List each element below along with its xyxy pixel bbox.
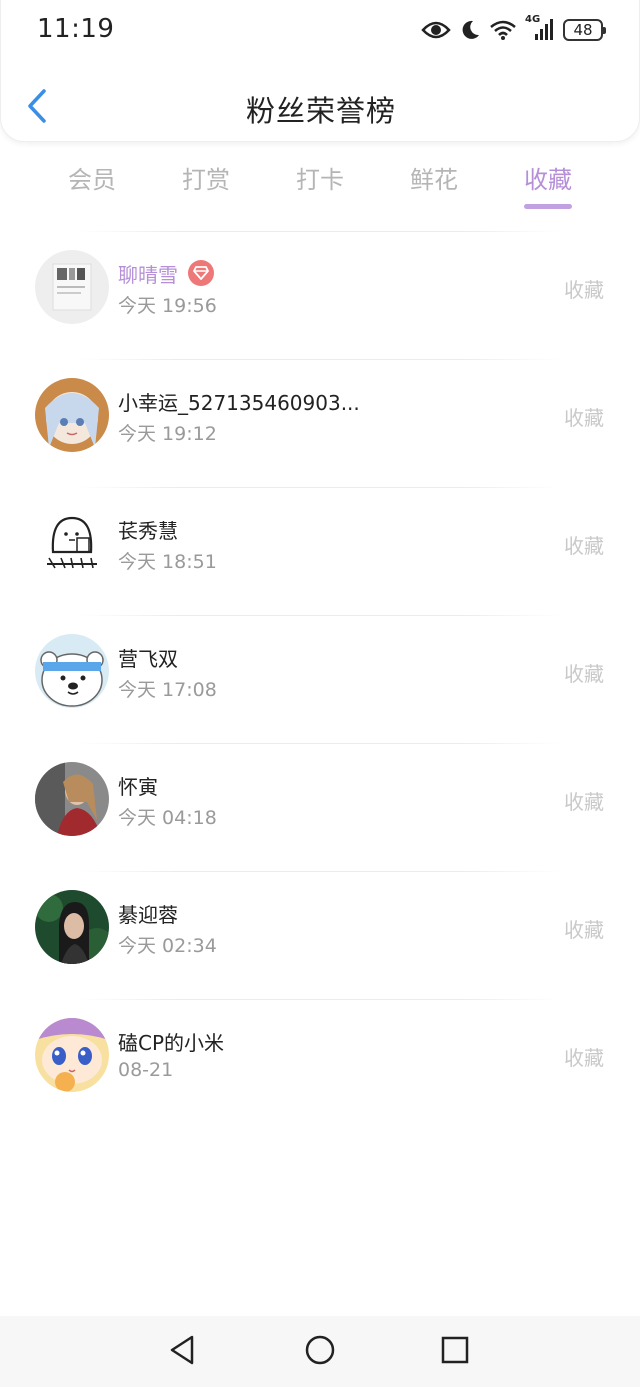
list-item[interactable]: 磕CP的小米 08-21 收藏 [0,999,640,1127]
list-item[interactable]: 小幸运_527135460903... 今天 19:12 收藏 [0,359,640,487]
list-item[interactable]: 怀寅 今天 04:18 收藏 [0,743,640,871]
fan-time: 今天 04:18 [118,807,217,829]
avatar[interactable] [35,378,109,452]
tab-checkin[interactable]: 打卡 [270,160,370,212]
system-recents-button[interactable] [437,1334,473,1370]
tab-label: 打卡 [296,166,344,194]
recents-square-icon [440,1335,470,1369]
fan-name: 綦迎蓉 [118,903,178,927]
avatar[interactable] [35,890,109,964]
tab-flowers[interactable]: 鲜花 [384,160,484,212]
tab-bar: 会员 打赏 打卡 鲜花 收藏 [0,160,640,212]
action-label: 收藏 [564,1046,604,1070]
divider [80,615,560,616]
fan-name: 营飞双 [118,647,178,671]
fan-name: 苌秀慧 [118,519,178,543]
status-bar: 11:19 4G 48 [1,0,640,60]
tab-tips[interactable]: 打赏 [156,160,256,212]
tab-members[interactable]: 会员 [42,160,142,212]
fan-time: 今天 02:34 [118,935,217,957]
action-label: 收藏 [564,406,604,430]
divider [80,743,560,744]
page-title: 粉丝荣誉榜 [245,94,396,128]
fan-list: 聊晴雪 今天 19:56 收藏 小幸运_527135460903... 今天 1… [0,231,640,1127]
status-icons: 4G 48 [421,14,606,44]
header: 11:19 4G 48 粉丝荣誉榜 [0,0,640,142]
fan-time: 08-21 [118,1059,174,1081]
diamond-icon [188,260,214,286]
tab-favorites[interactable]: 收藏 [498,160,598,212]
wifi-icon [489,19,517,41]
back-triangle-icon [167,1334,197,1370]
fan-name: 怀寅 [118,775,158,799]
fan-name: 聊晴雪 [118,263,178,287]
nav-bar: 粉丝荣誉榜 [1,72,640,142]
fan-time: 今天 19:56 [118,295,217,317]
tab-label: 打赏 [182,166,230,194]
divider [80,359,560,360]
divider [80,487,560,488]
avatar[interactable] [35,762,109,836]
status-time: 11:19 [37,14,115,44]
tab-label: 收藏 [524,166,572,194]
system-home-button[interactable] [302,1334,338,1370]
list-item[interactable]: 聊晴雪 今天 19:56 收藏 [0,231,640,359]
list-item[interactable]: 苌秀慧 今天 18:51 收藏 [0,487,640,615]
signal-icon: 4G [525,14,555,42]
list-item[interactable]: 营飞双 今天 17:08 收藏 [0,615,640,743]
fan-time: 今天 19:12 [118,423,217,445]
action-label: 收藏 [564,790,604,814]
divider [80,871,560,872]
avatar[interactable] [35,634,109,708]
avatar[interactable] [35,506,109,580]
action-label: 收藏 [564,662,604,686]
system-back-button[interactable] [164,1334,200,1370]
avatar[interactable] [35,250,109,324]
battery-icon: 48 [563,19,606,41]
fan-time: 今天 18:51 [118,551,217,573]
moon-icon [459,19,481,41]
action-label: 收藏 [564,918,604,942]
avatar[interactable] [35,1018,109,1092]
tab-indicator [524,204,572,209]
tab-label: 鲜花 [410,166,458,194]
tab-label: 会员 [68,166,116,194]
action-label: 收藏 [564,534,604,558]
fan-time: 今天 17:08 [118,679,217,701]
fan-name: 磕CP的小米 [118,1031,225,1055]
fan-name: 小幸运_527135460903... [118,391,360,415]
system-nav-bar [0,1316,640,1387]
list-item[interactable]: 綦迎蓉 今天 02:34 收藏 [0,871,640,999]
divider [80,231,560,232]
home-circle-icon [304,1334,336,1370]
action-label: 收藏 [564,278,604,302]
eye-icon [421,20,451,40]
divider [80,999,560,1000]
